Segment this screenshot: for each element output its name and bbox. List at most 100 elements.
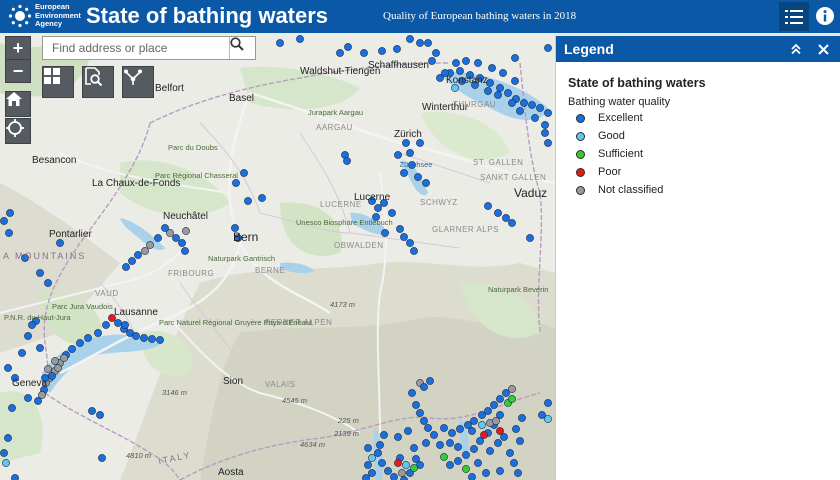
- bathing-site-marker[interactable]: [398, 469, 406, 477]
- bathing-site-marker[interactable]: [494, 209, 502, 217]
- bathing-site-marker[interactable]: [416, 409, 424, 417]
- bathing-site-marker[interactable]: [400, 169, 408, 177]
- bathing-site-marker[interactable]: [400, 233, 408, 241]
- bathing-site-marker[interactable]: [390, 473, 398, 480]
- bathing-site-marker[interactable]: [528, 101, 536, 109]
- bathing-site-marker[interactable]: [502, 214, 510, 222]
- bathing-site-marker[interactable]: [544, 44, 552, 52]
- bathing-site-marker[interactable]: [470, 417, 478, 425]
- bathing-site-marker[interactable]: [114, 319, 122, 327]
- bathing-site-marker[interactable]: [496, 84, 504, 92]
- bathing-site-marker[interactable]: [146, 241, 154, 249]
- bathing-site-marker[interactable]: [500, 433, 508, 441]
- bathing-site-marker[interactable]: [478, 421, 486, 429]
- bathing-site-marker[interactable]: [376, 441, 384, 449]
- bathing-site-marker[interactable]: [486, 447, 494, 455]
- bathing-site-marker[interactable]: [44, 279, 52, 287]
- bathing-site-marker[interactable]: [8, 404, 16, 412]
- bathing-site-marker[interactable]: [122, 263, 130, 271]
- zoom-out-button[interactable]: −: [5, 59, 31, 83]
- bathing-site-marker[interactable]: [410, 464, 418, 472]
- bathing-site-marker[interactable]: [504, 89, 512, 97]
- bathing-site-marker[interactable]: [141, 247, 149, 255]
- bathing-site-marker[interactable]: [414, 173, 422, 181]
- bathing-site-marker[interactable]: [344, 43, 352, 51]
- bathing-site-marker[interactable]: [96, 411, 104, 419]
- bathing-site-marker[interactable]: [452, 59, 460, 67]
- bathing-site-marker[interactable]: [526, 234, 534, 242]
- bathing-site-marker[interactable]: [134, 251, 142, 259]
- bathing-site-marker[interactable]: [232, 179, 240, 187]
- bathing-site-marker[interactable]: [393, 45, 401, 53]
- bathing-site-marker[interactable]: [156, 336, 164, 344]
- bathing-site-marker[interactable]: [51, 357, 59, 365]
- bathing-site-marker[interactable]: [384, 467, 392, 475]
- bathing-site-marker[interactable]: [446, 439, 454, 447]
- bathing-site-marker[interactable]: [462, 57, 470, 65]
- bathing-site-marker[interactable]: [428, 57, 436, 65]
- bathing-site-marker[interactable]: [172, 234, 180, 242]
- bathing-site-marker[interactable]: [4, 434, 12, 442]
- bathing-site-marker[interactable]: [531, 114, 539, 122]
- bathing-site-marker[interactable]: [404, 427, 412, 435]
- bathing-site-marker[interactable]: [492, 417, 500, 425]
- bathing-site-marker[interactable]: [454, 443, 462, 451]
- bathing-site-marker[interactable]: [56, 239, 64, 247]
- bathing-site-marker[interactable]: [454, 457, 462, 465]
- bathing-site-marker[interactable]: [84, 334, 92, 342]
- bathing-site-marker[interactable]: [258, 194, 266, 202]
- bathing-site-marker[interactable]: [396, 225, 404, 233]
- bathing-site-marker[interactable]: [482, 469, 490, 477]
- bathing-site-marker[interactable]: [430, 431, 438, 439]
- bathing-site-marker[interactable]: [0, 217, 8, 225]
- bathing-site-marker[interactable]: [508, 385, 516, 393]
- bathing-site-marker[interactable]: [36, 344, 44, 352]
- bathing-site-marker[interactable]: [514, 469, 522, 477]
- bathing-site-marker[interactable]: [5, 229, 13, 237]
- bathing-site-marker[interactable]: [18, 349, 26, 357]
- info-button[interactable]: [813, 4, 837, 28]
- bathing-site-marker[interactable]: [496, 395, 504, 403]
- bathing-site-marker[interactable]: [446, 461, 454, 469]
- bathing-site-marker[interactable]: [240, 169, 248, 177]
- bathing-site-marker[interactable]: [102, 321, 110, 329]
- bathing-site-marker[interactable]: [368, 469, 376, 477]
- bathing-site-marker[interactable]: [132, 332, 140, 340]
- bathing-site-marker[interactable]: [394, 459, 402, 467]
- bathing-site-marker[interactable]: [432, 49, 440, 57]
- legend-collapse-button[interactable]: [788, 41, 804, 57]
- bathing-site-marker[interactable]: [424, 39, 432, 47]
- bathing-site-marker[interactable]: [496, 467, 504, 475]
- share-button[interactable]: [122, 66, 154, 98]
- bathing-site-marker[interactable]: [28, 321, 36, 329]
- bathing-site-marker[interactable]: [508, 219, 516, 227]
- bathing-site-marker[interactable]: [484, 87, 492, 95]
- bathing-site-marker[interactable]: [54, 364, 62, 372]
- bathing-site-marker[interactable]: [440, 453, 448, 461]
- bathing-site-marker[interactable]: [456, 425, 464, 433]
- bathing-site-marker[interactable]: [374, 204, 382, 212]
- bathing-site-marker[interactable]: [544, 109, 552, 117]
- bathing-site-marker[interactable]: [470, 445, 478, 453]
- bathing-site-marker[interactable]: [494, 439, 502, 447]
- bathing-site-marker[interactable]: [394, 151, 402, 159]
- bathing-site-marker[interactable]: [506, 449, 514, 457]
- bathing-site-marker[interactable]: [412, 401, 420, 409]
- bathing-site-marker[interactable]: [510, 459, 518, 467]
- bathing-site-marker[interactable]: [374, 449, 382, 457]
- bathing-site-marker[interactable]: [448, 429, 456, 437]
- bathing-site-marker[interactable]: [406, 35, 414, 43]
- bathing-site-marker[interactable]: [474, 459, 482, 467]
- bathing-site-marker[interactable]: [468, 473, 476, 480]
- bathing-site-marker[interactable]: [296, 35, 304, 43]
- bathing-site-marker[interactable]: [394, 433, 402, 441]
- bathing-site-marker[interactable]: [182, 227, 190, 235]
- bathing-site-marker[interactable]: [6, 209, 14, 217]
- bathing-site-marker[interactable]: [422, 439, 430, 447]
- bathing-site-marker[interactable]: [410, 444, 418, 452]
- bathing-site-marker[interactable]: [60, 354, 68, 362]
- bathing-site-marker[interactable]: [343, 157, 351, 165]
- bathing-site-marker[interactable]: [508, 99, 516, 107]
- bathing-site-marker[interactable]: [406, 149, 414, 157]
- bathing-site-marker[interactable]: [494, 91, 502, 99]
